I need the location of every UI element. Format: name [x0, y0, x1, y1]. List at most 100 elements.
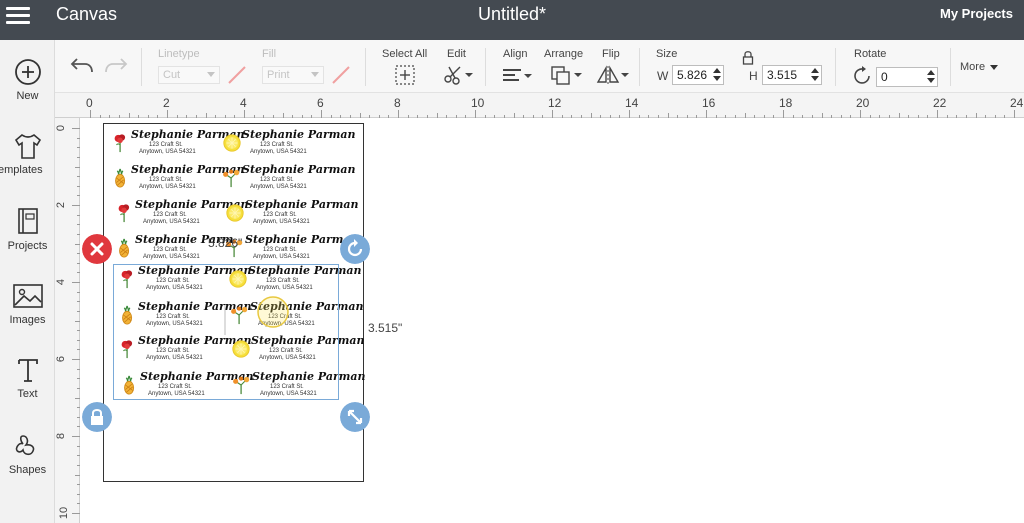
arrange-icon[interactable] [549, 64, 583, 86]
delete-handle-icon[interactable] [82, 234, 112, 264]
ruler-tick [195, 115, 197, 118]
ruler-tick [532, 115, 534, 118]
height-stepper[interactable] [811, 67, 819, 83]
ruler-number: 4 [240, 96, 247, 110]
edit-toolbar: Linetype Cut Fill Print Select All Edit … [55, 40, 1024, 93]
ruler-tick [792, 115, 794, 118]
ruler-tick [869, 115, 871, 118]
sidebar-item-text[interactable]: Text [0, 356, 55, 426]
ruler-tick [378, 115, 380, 118]
address-label[interactable]: Stephanie Parman123 Craft St.Anytown, US… [222, 128, 356, 158]
sidebar-item-shapes[interactable]: Shapes [0, 432, 55, 502]
ruler-tick [985, 115, 987, 118]
label-city: Anytown, USA 54321 [250, 149, 307, 155]
sidebar-item-templates[interactable]: emplates [0, 132, 55, 202]
ruler-tick [72, 205, 80, 206]
ruler-tick [369, 115, 371, 118]
red-flower-icon [114, 134, 126, 153]
ruler-tick [600, 115, 602, 118]
rotate-handle-icon[interactable] [340, 234, 370, 264]
align-label: Align [503, 48, 528, 60]
ruler-tick [77, 339, 80, 341]
ruler-number: 10 [471, 96, 485, 110]
sidebar-item-images[interactable]: Images [0, 282, 55, 352]
lock-handle-icon[interactable] [82, 402, 112, 432]
ruler-tick [292, 115, 294, 118]
ruler-tick [72, 513, 80, 514]
more-button[interactable]: More [960, 61, 999, 73]
select-all-icon[interactable] [394, 64, 416, 86]
ruler-tick [77, 445, 80, 447]
ruler-tick [157, 115, 159, 118]
ruler-tick [253, 115, 255, 118]
address-label[interactable]: Stephanie Parman123 Craft St.Anytown, US… [111, 128, 245, 158]
document-title[interactable]: Untitled* [0, 4, 1024, 25]
sidebar-item-new[interactable]: New [0, 58, 55, 128]
red-flower-icon [118, 204, 130, 223]
my-projects-button[interactable]: My Projects [940, 6, 1013, 21]
sidebar-item-projects[interactable]: Projects [0, 206, 55, 276]
label-city: Anytown, USA 54321 [143, 254, 200, 260]
label-city: Anytown, USA 54321 [250, 184, 307, 190]
width-stepper[interactable] [713, 67, 721, 83]
label-city: Anytown, USA 54321 [143, 219, 200, 225]
linetype-dropdown: Cut [158, 66, 220, 84]
lemon-slice-icon [226, 204, 244, 222]
ruler-tick [696, 115, 698, 118]
ruler-tick [72, 359, 80, 360]
address-label[interactable]: Stephanie Parman123 Craft St.Anytown, US… [222, 163, 356, 193]
label-city: Anytown, USA 54321 [253, 219, 310, 225]
ruler-tick [77, 195, 80, 197]
rotate-icon [854, 66, 870, 84]
ruler-tick [407, 115, 409, 118]
ruler-tick [860, 110, 861, 118]
ruler-tick [744, 113, 746, 118]
ruler-tick [109, 115, 111, 118]
ruler-tick [311, 115, 313, 118]
ruler-tick [77, 310, 80, 312]
image-icon [12, 284, 43, 308]
ruler-number: 14 [625, 96, 639, 110]
ruler-tick [77, 185, 80, 187]
ruler-tick [888, 115, 890, 118]
ruler-tick [75, 320, 80, 322]
address-label[interactable]: Stephanie Parman123 Craft St.Anytown, US… [111, 163, 245, 193]
ruler-tick [77, 233, 80, 235]
left-ruler: 0 2 4 6 8 10 [55, 118, 80, 523]
label-street: 123 Craft St. [263, 212, 297, 218]
chevron-down-icon [311, 72, 319, 77]
fill-color-swatch [332, 66, 350, 84]
align-icon[interactable] [501, 66, 533, 86]
resize-handle-icon[interactable] [340, 402, 370, 432]
address-label[interactable]: Stephanie Parman123 Craft St.Anytown, US… [225, 198, 359, 228]
ruler-tick [77, 147, 80, 149]
ruler-tick [590, 113, 592, 118]
toolbar-divider [639, 48, 640, 86]
ruler-tick [475, 110, 476, 118]
ruler-tick [77, 426, 80, 428]
height-value: 3.515 [767, 68, 798, 82]
flip-icon[interactable] [595, 64, 629, 86]
ruler-tick [552, 110, 553, 118]
ruler-tick [77, 455, 80, 457]
rotate-stepper[interactable] [927, 69, 935, 85]
ruler-number: 10 [58, 506, 71, 520]
ruler-tick [224, 115, 226, 118]
height-input[interactable]: 3.515 [762, 65, 822, 85]
selection-box[interactable] [113, 264, 339, 400]
ruler-tick [850, 115, 852, 118]
ruler-tick [657, 115, 659, 118]
pineapple-icon [119, 238, 130, 258]
ruler-tick [840, 115, 842, 118]
ruler-tick [77, 291, 80, 293]
ruler-tick [77, 387, 80, 389]
ruler-tick [937, 110, 938, 118]
ruler-tick [638, 115, 640, 118]
edit-scissors-icon[interactable] [442, 64, 474, 86]
ruler-number: 20 [856, 96, 870, 110]
width-input[interactable]: 5.826 [672, 65, 724, 85]
lock-icon[interactable] [741, 50, 755, 66]
undo-icon[interactable] [69, 55, 95, 77]
address-label[interactable]: Stephanie Parman123 Craft St.Anytown, US… [115, 198, 249, 228]
rotate-input[interactable]: 0 [876, 67, 938, 87]
